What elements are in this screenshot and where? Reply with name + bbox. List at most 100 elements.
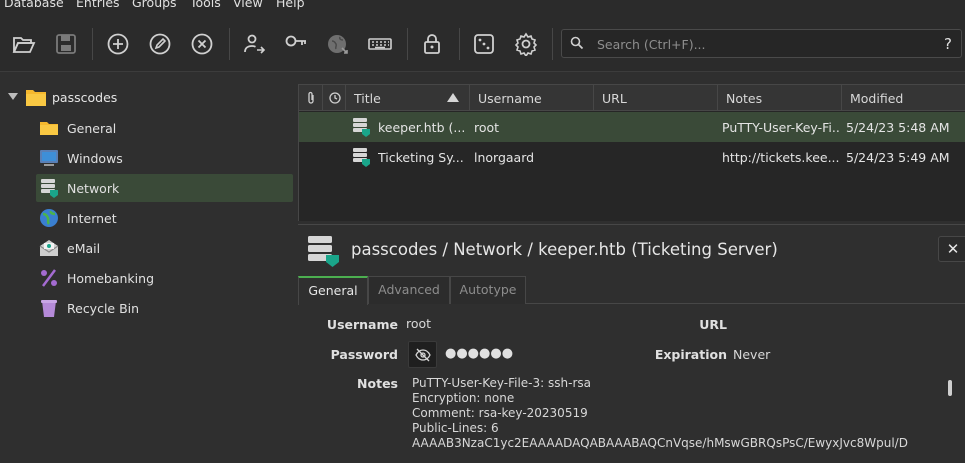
folder-open-icon [26, 90, 46, 106]
cell-title: Ticketing Sy... [378, 150, 464, 165]
column-modified-label: Modified [850, 91, 904, 106]
edit-entry-button[interactable] [147, 31, 173, 57]
tree-item-recycle-bin[interactable]: Recycle Bin [36, 294, 293, 322]
toolbar-separator [229, 28, 230, 60]
settings-button[interactable] [513, 31, 539, 57]
toolbar-separator [459, 28, 460, 60]
search-help-button[interactable]: ? [944, 35, 952, 53]
key-icon [285, 35, 306, 47]
column-username[interactable]: Username [470, 85, 594, 111]
open-url-button[interactable] [325, 31, 351, 57]
menu-entries[interactable]: Entries [76, 0, 120, 10]
entry-table: Title Username URL Notes Modified keeper… [298, 84, 965, 221]
password-generator-button[interactable] [471, 31, 497, 57]
pencil-circle-icon [149, 33, 171, 55]
notes-label: Notes [357, 376, 398, 391]
toggle-password-button[interactable] [408, 341, 437, 368]
tree-item-label: Recycle Bin [67, 301, 140, 316]
save-icon [56, 34, 76, 54]
entry-preview-pane: passcodes / Network / keeper.htb (Ticket… [298, 224, 965, 463]
lock-database-button[interactable] [419, 31, 445, 57]
tree-item-label: Windows [67, 151, 123, 166]
tab-general[interactable]: General [298, 276, 368, 305]
copy-password-button[interactable] [283, 31, 309, 57]
folder-icon [40, 122, 58, 135]
expiration-label: Expiration [654, 347, 727, 362]
menu-groups[interactable]: Groups [132, 0, 177, 10]
column-modified[interactable]: Modified [842, 85, 965, 111]
autotype-button[interactable] [367, 31, 393, 57]
close-preview-button[interactable]: ✕ [938, 236, 965, 262]
menu-bar: Database Entries Groups Tools View Help [0, 0, 965, 14]
tree-item-label: General [67, 121, 117, 136]
globe-icon [40, 209, 58, 227]
username-label: Username [326, 317, 398, 332]
column-attachment[interactable] [299, 85, 323, 111]
save-database-button[interactable] [53, 31, 79, 57]
cell-modified: 5/24/23 5:49 AM [846, 150, 950, 165]
transfer-user-button[interactable] [241, 31, 267, 57]
search-input[interactable] [597, 34, 927, 54]
expiration-value: Never [733, 347, 771, 362]
folder-open-icon [12, 37, 36, 53]
cell-modified: 5/24/23 5:48 AM [846, 120, 950, 135]
table-row[interactable]: keeper.htb (... root PuTTY-User-Key-Fi..… [299, 112, 965, 142]
eye-off-icon [414, 348, 431, 361]
globe-arrow-icon [328, 35, 348, 54]
column-title[interactable]: Title [346, 85, 470, 111]
table-header: Title Username URL Notes Modified [299, 85, 965, 111]
menu-view[interactable]: View [233, 0, 263, 10]
column-notes[interactable]: Notes [718, 85, 842, 111]
menu-help[interactable]: Help [276, 0, 305, 10]
search-box: ? [561, 29, 962, 58]
delete-entry-button[interactable] [189, 31, 215, 57]
sort-ascending-icon [447, 93, 459, 102]
toolbar-separator [552, 28, 553, 60]
recycle-bin-icon [41, 300, 57, 317]
server-icon [308, 236, 339, 267]
collapse-arrow-icon[interactable] [8, 93, 18, 100]
plus-circle-icon [107, 33, 129, 55]
paperclip-icon [308, 91, 314, 104]
url-label: URL [699, 317, 727, 332]
cell-title: keeper.htb (... [378, 120, 466, 135]
preview-tabs: General Advanced Autotype [298, 276, 965, 305]
tree-item-general[interactable]: General [36, 114, 293, 142]
user-arrow-icon [244, 34, 266, 54]
tree-root-label: passcodes [52, 90, 118, 105]
tree-item-network[interactable]: Network [36, 174, 293, 202]
tree-item-windows[interactable]: Windows [36, 144, 293, 172]
menu-database[interactable]: Database [4, 0, 64, 10]
column-url[interactable]: URL [594, 85, 718, 111]
open-database-button[interactable] [11, 31, 37, 57]
tree-item-email[interactable]: eMail [36, 234, 293, 262]
tree-item-internet[interactable]: Internet [36, 204, 293, 232]
tab-advanced[interactable]: Advanced [368, 276, 450, 304]
preview-title: passcodes / Network / keeper.htb (Ticket… [351, 240, 778, 259]
tree-item-label: Internet [67, 211, 117, 226]
column-title-label: Title [354, 91, 381, 106]
tree-item-label: Homebanking [67, 271, 154, 286]
notes-scrollbar[interactable] [948, 380, 952, 396]
cell-notes: PuTTY-User-Key-Fi... [722, 120, 840, 135]
column-expiry[interactable] [323, 85, 346, 111]
tab-autotype[interactable]: Autotype [450, 276, 526, 304]
toolbar-separator [407, 28, 408, 60]
tree-root-passcodes[interactable]: passcodes [0, 85, 298, 111]
gear-icon [514, 32, 538, 56]
keyboard-icon [368, 38, 392, 50]
windows-icon [40, 150, 58, 166]
menu-tools[interactable]: Tools [190, 0, 221, 10]
group-tree: passcodes General Windows Network Intern… [0, 73, 298, 463]
percent-icon [41, 269, 57, 287]
tree-item-label: Network [67, 181, 120, 196]
x-circle-icon [191, 33, 213, 55]
cell-username: root [474, 120, 500, 135]
toolbar: ? [0, 14, 965, 72]
table-row[interactable]: Ticketing Sy... lnorgaard http://tickets… [299, 142, 965, 172]
column-url-label: URL [602, 91, 627, 106]
add-entry-button[interactable] [105, 31, 131, 57]
dice-icon [474, 34, 494, 54]
lock-icon [424, 34, 440, 54]
tree-item-homebanking[interactable]: Homebanking [36, 264, 293, 292]
